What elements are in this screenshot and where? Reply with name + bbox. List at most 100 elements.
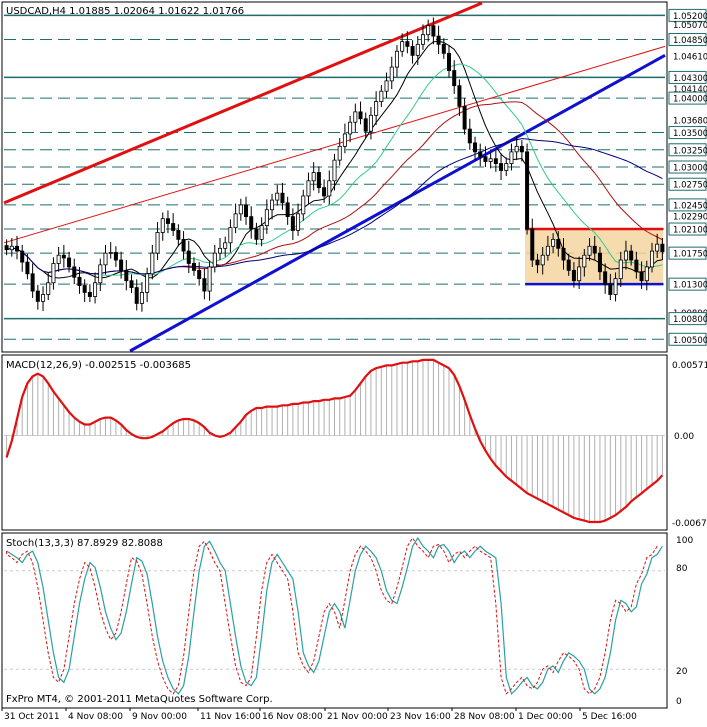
candle-body [436, 35, 441, 45]
candle-body [488, 158, 493, 162]
candle-body [545, 245, 550, 256]
candle-body [35, 290, 40, 302]
candle-body [108, 252, 113, 254]
candle-body [420, 34, 425, 45]
candle-body [608, 283, 613, 295]
candle-body [571, 269, 576, 282]
candle-body [160, 218, 165, 233]
candle-body [171, 223, 176, 231]
x-axis-label: 23 Nov 16:00 [390, 712, 451, 722]
candle-body [462, 105, 467, 130]
candle-body [82, 285, 87, 293]
candle-body [165, 218, 170, 224]
x-axis-label: 11 Nov 16:00 [200, 712, 261, 722]
candle-body [61, 254, 66, 259]
price-axis-label: 1.02750 [673, 181, 707, 191]
x-axis-label: 16 Nov 08:00 [262, 712, 323, 722]
trading-chart[interactable]: 1.05200 1.05070 1.04850 1.04610 1.04300 1.041… [0, 0, 707, 723]
price-axis-label: 1.04610 [673, 53, 707, 63]
price-axis-label: 1.01750 [673, 250, 707, 260]
candle-body [348, 121, 353, 135]
candle-body [20, 250, 25, 263]
candle-body [337, 145, 342, 161]
candle-body [134, 287, 139, 304]
price-axis-label: 1.03250 [673, 146, 707, 156]
candle-body [649, 250, 654, 268]
candle-body [306, 180, 311, 197]
candle-body [223, 242, 228, 249]
candle-body [93, 282, 98, 297]
candle-body [301, 195, 306, 215]
candle-body [285, 202, 290, 218]
stoch-tick-80: 80 [676, 564, 688, 574]
price-axis-label: 1.04850 [673, 36, 707, 46]
candle-body [441, 43, 446, 54]
candle-body [30, 273, 35, 292]
price-axis-label: 1.00800 [673, 315, 707, 325]
candle-body [473, 142, 478, 153]
candle-body [587, 245, 592, 256]
candle-body [150, 252, 155, 275]
candle-body [316, 172, 321, 189]
candle-body [353, 111, 358, 123]
candle-body [525, 151, 530, 230]
candle-body [275, 192, 280, 201]
candle-body [467, 128, 472, 144]
candle-body [77, 276, 82, 286]
candle-body [322, 187, 327, 197]
stoch-tick-20: 20 [676, 667, 688, 677]
candle-body [639, 271, 644, 282]
candle-body [655, 243, 660, 252]
candle-body [514, 145, 519, 153]
candle-body [186, 250, 191, 264]
candle-body [228, 227, 233, 244]
candle-body [358, 111, 363, 120]
candle-body [384, 80, 389, 92]
candle-body [67, 257, 72, 268]
x-axis-label: 4 Nov 08:00 [68, 712, 123, 722]
candle-body [530, 228, 535, 261]
candle-body [264, 209, 269, 226]
candle-body [457, 85, 462, 107]
candle-body [212, 252, 217, 268]
candle-body [113, 252, 118, 261]
candle-body [217, 247, 222, 254]
candle-body [9, 245, 14, 251]
candle-body [660, 243, 665, 253]
candle-body [582, 254, 587, 268]
candle-body [103, 252, 108, 266]
candle-body [327, 180, 332, 197]
candle-body [551, 238, 556, 247]
candle-body [629, 250, 634, 261]
candle-body [519, 145, 524, 153]
candle-body [332, 159, 337, 182]
candle-body [493, 158, 498, 164]
candle-body [72, 266, 77, 278]
candle-body [202, 278, 207, 292]
candle-body [618, 259, 623, 280]
candle-body [540, 254, 545, 266]
price-axis-label: 1.04000 [673, 95, 707, 105]
candle-body [98, 264, 103, 284]
candle-body [447, 52, 452, 71]
candle-body [139, 292, 144, 304]
candle-body [535, 259, 540, 266]
candle-body [290, 216, 295, 231]
candle-body [478, 151, 483, 158]
candle-body [119, 259, 124, 271]
x-axis-label: 31 Oct 2011 [4, 712, 60, 722]
macd-panel[interactable] [1, 354, 668, 531]
candle-body [426, 25, 431, 36]
candle-body [176, 230, 181, 240]
macd-tick-zero: 0.00 [674, 432, 694, 442]
price-axis-label: 1.02290 [673, 212, 707, 222]
stoch-panel[interactable] [1, 532, 668, 709]
candle-body [124, 269, 129, 282]
macd-tick-bottom: -0.006736 [672, 519, 707, 529]
candle-body [270, 199, 275, 211]
price-axis-label: 1.02100 [673, 226, 707, 236]
candle-body [249, 216, 254, 230]
copyright-text: FxPro MT4, © 2001-2011 MetaQuotes Softwa… [6, 694, 273, 705]
candle-body [129, 280, 134, 289]
candle-body [400, 41, 405, 52]
